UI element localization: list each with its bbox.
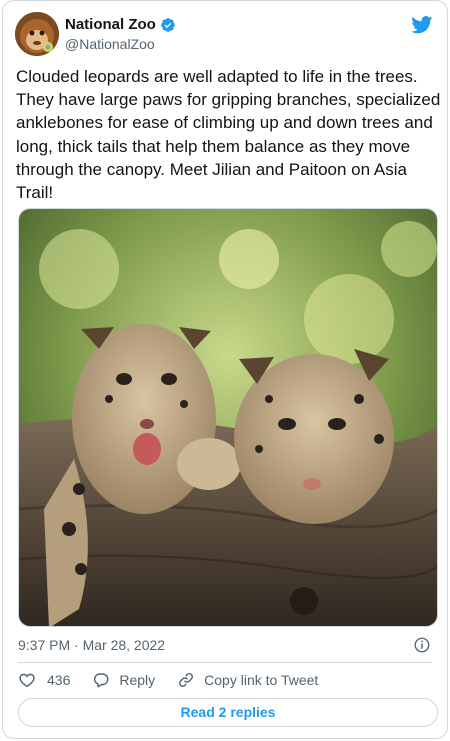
orangutan-avatar-icon [15, 12, 59, 56]
reply-label: Reply [119, 672, 156, 688]
reply-icon [94, 673, 109, 688]
timestamp-row: 9:37 PM · Mar 28, 2022 [18, 635, 431, 655]
verified-badge-icon [160, 18, 175, 32]
account-names: National Zoo @NationalZoo [65, 16, 176, 53]
copy-link-button[interactable]: Copy link to Tweet [177, 671, 318, 689]
copy-link-label: Copy link to Tweet [204, 672, 319, 688]
clouded-leopards-photo [19, 209, 437, 626]
read-replies-button[interactable]: Read 2 replies [18, 698, 438, 727]
display-name-row: National Zoo [65, 16, 176, 34]
link-icon [179, 673, 194, 687]
display-name[interactable]: National Zoo [65, 16, 156, 34]
divider [18, 662, 432, 663]
tweet-photo[interactable] [18, 208, 438, 627]
reply-button[interactable]: Reply [92, 671, 155, 689]
twitter-bird-icon[interactable] [411, 16, 433, 34]
tweet-text: Clouded leopards are well adapted to lif… [16, 67, 441, 203]
tweet-timestamp[interactable]: 9:37 PM · Mar 28, 2022 [18, 637, 165, 653]
tweet-card: National Zoo @NationalZoo Clouded leopar… [2, 0, 448, 739]
info-icon[interactable] [413, 636, 431, 654]
tweet-actions: 436 Reply Copy link to Tweet [18, 669, 340, 691]
like-count: 436 [47, 672, 71, 688]
like-button[interactable]: 436 [18, 671, 70, 689]
heart-icon [19, 673, 35, 688]
avatar[interactable] [15, 12, 59, 56]
account-handle[interactable]: @NationalZoo [65, 35, 176, 53]
tweet-header: National Zoo @NationalZoo [15, 12, 435, 58]
